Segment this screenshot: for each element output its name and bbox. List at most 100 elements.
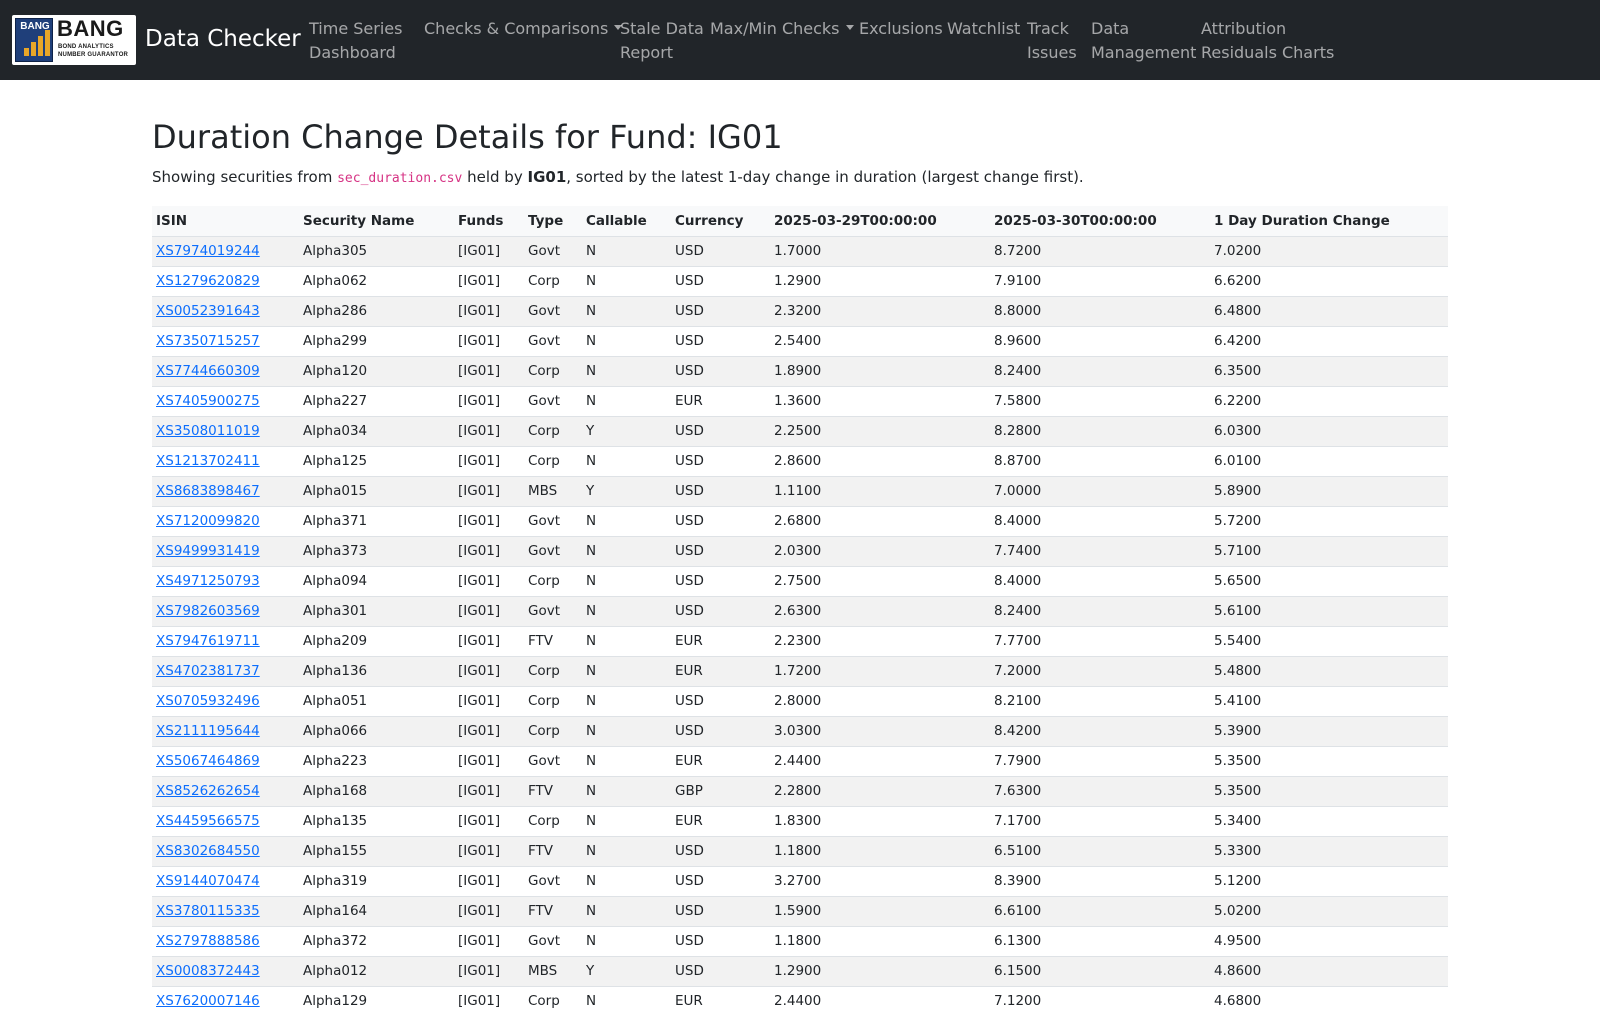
isin-link[interactable]: XS8302684550: [156, 843, 260, 859]
isin-link[interactable]: XS7947619711: [156, 633, 260, 649]
isin-cell: XS7350715257: [152, 325, 299, 356]
bang-logo[interactable]: BANG BANG BOND ANALYTICS NUMBER GUARANTO…: [12, 15, 136, 65]
latest-duration-cell: 8.4000: [990, 505, 1210, 536]
isin-link[interactable]: XS7405900275: [156, 393, 260, 409]
source-file-name: sec_duration.csv: [337, 171, 463, 186]
column-header[interactable]: 2025-03-30T00:00:00: [990, 206, 1210, 237]
isin-cell: XS7974019244: [152, 235, 299, 266]
callable-cell: N: [582, 565, 671, 596]
type-cell: Govt: [524, 325, 582, 356]
nav-exclusions[interactable]: Exclusions: [859, 17, 943, 41]
callable-cell: N: [582, 685, 671, 716]
nav-time-series-dashboard[interactable]: Time Series Dashboard: [309, 17, 402, 65]
subtitle-text: held by: [462, 168, 528, 186]
nav-label: Management: [1091, 43, 1197, 62]
isin-link[interactable]: XS7120099820: [156, 513, 260, 529]
isin-link[interactable]: XS2111195644: [156, 723, 260, 739]
column-header[interactable]: Currency: [671, 206, 770, 237]
isin-link[interactable]: XS3508011019: [156, 423, 260, 439]
currency-cell: USD: [671, 475, 770, 506]
isin-cell: XS2797888586: [152, 925, 299, 956]
isin-link[interactable]: XS2797888586: [156, 933, 260, 949]
isin-link[interactable]: XS9144070474: [156, 873, 260, 889]
column-header[interactable]: Type: [524, 206, 582, 237]
isin-link[interactable]: XS4702381737: [156, 663, 260, 679]
column-header[interactable]: Funds: [454, 206, 524, 237]
table-row: XS2797888586 Alpha372 [IG01] Govt N USD 1.1800…: [152, 925, 1448, 956]
isin-link[interactable]: XS4459566575: [156, 813, 260, 829]
callable-cell: N: [582, 535, 671, 566]
table-row: XS0705932496 Alpha051 [IG01] Corp N USD 2.8000…: [152, 685, 1448, 716]
duration-change-cell: 5.7200: [1210, 505, 1448, 536]
nav-stale-data-report[interactable]: Stale Data Report: [620, 17, 704, 65]
isin-link[interactable]: XS0008372443: [156, 963, 260, 979]
table-row: XS4702381737 Alpha136 [IG01] Corp N EUR 1.7200…: [152, 655, 1448, 686]
isin-link[interactable]: XS3780115335: [156, 903, 260, 919]
column-header[interactable]: ISIN: [152, 206, 299, 237]
table-row: XS7947619711 Alpha209 [IG01] FTV N EUR 2.2300 7…: [152, 625, 1448, 656]
isin-link[interactable]: XS1279620829: [156, 273, 260, 289]
nav-label: Data: [1091, 19, 1130, 38]
nav-checks-comparisons-dropdown[interactable]: Checks & Comparisons: [424, 17, 623, 41]
isin-link[interactable]: XS7982603569: [156, 603, 260, 619]
isin-link[interactable]: XS0705932496: [156, 693, 260, 709]
fund-code: IG01: [527, 168, 567, 186]
table-row: XS1213702411 Alpha125 [IG01] Corp N USD 2.8600…: [152, 445, 1448, 476]
duration-change-cell: 5.3500: [1210, 775, 1448, 806]
isin-link[interactable]: XS1213702411: [156, 453, 260, 469]
funds-cell: [IG01]: [454, 715, 524, 746]
isin-link[interactable]: XS5067464869: [156, 753, 260, 769]
isin-cell: XS8526262654: [152, 775, 299, 806]
table-row: XS1279620829 Alpha062 [IG01] Corp N USD 1.2900…: [152, 265, 1448, 296]
latest-duration-cell: 7.6300: [990, 775, 1210, 806]
isin-link[interactable]: XS7744660309: [156, 363, 260, 379]
isin-cell: XS5067464869: [152, 745, 299, 776]
isin-link[interactable]: XS7620007146: [156, 993, 260, 1009]
isin-cell: XS7120099820: [152, 505, 299, 536]
security-name-cell: Alpha155: [299, 835, 454, 866]
type-cell: Corp: [524, 685, 582, 716]
currency-cell: USD: [671, 265, 770, 296]
isin-link[interactable]: XS7350715257: [156, 333, 260, 349]
prev-duration-cell: 2.8600: [770, 445, 990, 476]
type-cell: Govt: [524, 535, 582, 566]
prev-duration-cell: 1.7200: [770, 655, 990, 686]
nav-track-issues[interactable]: Track Issues: [1027, 17, 1077, 65]
nav-data-management[interactable]: Data Management: [1091, 17, 1196, 65]
prev-duration-cell: 1.1800: [770, 835, 990, 866]
currency-cell: USD: [671, 235, 770, 266]
duration-change-cell: 5.1200: [1210, 865, 1448, 896]
latest-duration-cell: 7.1200: [990, 985, 1210, 1016]
column-header[interactable]: Callable: [582, 206, 671, 237]
isin-link[interactable]: XS0052391643: [156, 303, 260, 319]
latest-duration-cell: 7.0000: [990, 475, 1210, 506]
funds-cell: [IG01]: [454, 685, 524, 716]
duration-change-cell: 5.6500: [1210, 565, 1448, 596]
brand-title[interactable]: Data Checker: [145, 26, 301, 52]
isin-link[interactable]: XS4971250793: [156, 573, 260, 589]
security-name-cell: Alpha012: [299, 955, 454, 986]
isin-link[interactable]: XS8683898467: [156, 483, 260, 499]
nav-max-min-checks-dropdown[interactable]: Max/Min Checks: [710, 17, 854, 41]
security-name-cell: Alpha301: [299, 595, 454, 626]
duration-change-cell: 6.6200: [1210, 265, 1448, 296]
duration-change-cell: 6.0100: [1210, 445, 1448, 476]
isin-link[interactable]: XS7974019244: [156, 243, 260, 259]
latest-duration-cell: 7.2000: [990, 655, 1210, 686]
isin-link[interactable]: XS9499931419: [156, 543, 260, 559]
column-header[interactable]: 2025-03-29T00:00:00: [770, 206, 990, 237]
isin-cell: XS0705932496: [152, 685, 299, 716]
security-name-cell: Alpha094: [299, 565, 454, 596]
nav-attribution-residuals-charts[interactable]: Attribution Residuals Charts: [1201, 17, 1334, 65]
callable-cell: N: [582, 235, 671, 266]
column-header[interactable]: 1 Day Duration Change: [1210, 206, 1448, 237]
currency-cell: EUR: [671, 385, 770, 416]
nav-watchlist[interactable]: Watchlist: [947, 17, 1020, 41]
latest-duration-cell: 7.5800: [990, 385, 1210, 416]
latest-duration-cell: 6.1500: [990, 955, 1210, 986]
column-header[interactable]: Security Name: [299, 206, 454, 237]
prev-duration-cell: 3.2700: [770, 865, 990, 896]
callable-cell: N: [582, 355, 671, 386]
callable-cell: N: [582, 655, 671, 686]
isin-link[interactable]: XS8526262654: [156, 783, 260, 799]
